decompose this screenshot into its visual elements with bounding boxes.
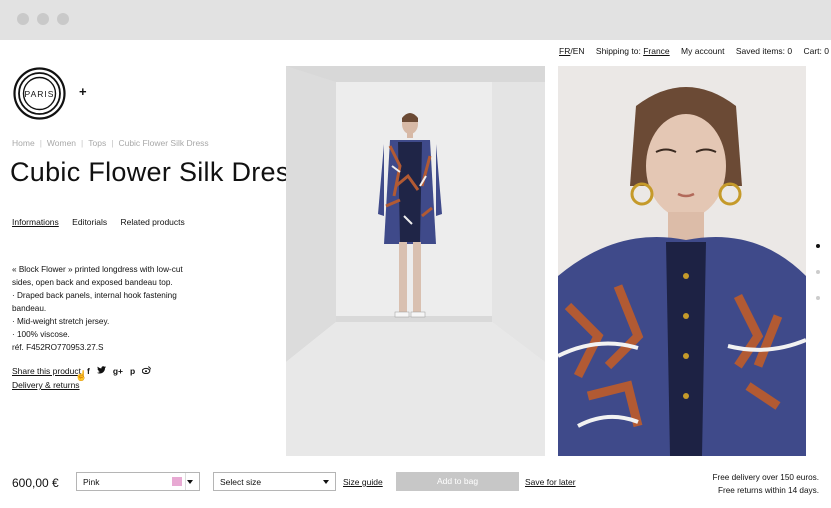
window-minimize-dot[interactable]: [37, 13, 49, 25]
cart-link[interactable]: Cart: 0: [803, 46, 829, 56]
color-swatch: [172, 477, 182, 486]
tab-related-products[interactable]: Related products: [121, 217, 185, 227]
my-account-link[interactable]: My account: [681, 46, 724, 56]
product-description: « Block Flower » printed longdress with …: [12, 263, 202, 354]
product-photo-closeup[interactable]: [558, 66, 806, 456]
breadcrumb-tops[interactable]: Tops: [88, 138, 106, 148]
twitter-icon[interactable]: [96, 366, 106, 376]
window-close-dot[interactable]: [17, 13, 29, 25]
brand-logo[interactable]: PARIS: [13, 67, 66, 120]
product-tabs: Informations Editorials Related products: [12, 217, 196, 227]
shipping-label: Shipping to:: [595, 46, 641, 56]
gallery-dot-1[interactable]: [816, 244, 820, 248]
color-select-value: Pink: [83, 477, 100, 487]
shipping-country-link[interactable]: France: [643, 46, 669, 56]
google-plus-icon[interactable]: g+: [113, 366, 123, 376]
browser-chrome: [0, 0, 831, 40]
gallery-pagination: [816, 244, 820, 322]
product-reference: réf. F452RO770953.27.S: [12, 343, 104, 352]
product-price: 600,00 €: [12, 476, 59, 490]
product-photo-full-length[interactable]: [286, 66, 545, 456]
menu-plus-icon[interactable]: +: [79, 84, 87, 99]
delivery-info: Free delivery over 150 euros. Free retur…: [713, 471, 820, 497]
lang-en-link[interactable]: EN: [573, 46, 585, 56]
breadcrumb: Home | Women | Tops | Cubic Flower Silk Dress: [12, 138, 209, 148]
save-for-later-link[interactable]: Save for later: [525, 477, 576, 487]
description-line: bandeau.: [12, 304, 47, 313]
size-select-value: Select size: [220, 477, 262, 487]
breadcrumb-current: Cubic Flower Silk Dress: [118, 138, 209, 148]
color-select[interactable]: Pink: [76, 472, 200, 491]
description-line: · Mid-weight stretch jersey.: [12, 317, 110, 326]
delivery-returns-link[interactable]: Delivery & returns: [12, 380, 80, 390]
share-link[interactable]: Share this product: [12, 366, 81, 376]
size-select[interactable]: Select size: [213, 472, 336, 491]
description-line: « Block Flower » printed longdress with …: [12, 265, 183, 274]
logo-text: PARIS: [25, 89, 55, 99]
full-length-photo-image: [286, 66, 545, 456]
free-returns-text: Free returns within 14 days.: [717, 486, 819, 495]
gallery-dot-3[interactable]: [816, 296, 820, 300]
tab-editorials[interactable]: Editorials: [72, 217, 107, 227]
purchase-bar: 600,00 € Pink Select size Size guide Add…: [0, 466, 831, 508]
add-to-bag-button[interactable]: Add to bag: [396, 472, 519, 491]
tab-informations[interactable]: Informations: [12, 217, 59, 227]
closeup-photo-image: [558, 66, 806, 456]
breadcrumb-home[interactable]: Home: [12, 138, 35, 148]
description-line: · Draped back panels, internal hook fast…: [12, 291, 177, 300]
lang-fr-link[interactable]: FR: [559, 46, 570, 56]
chevron-down-icon: [187, 480, 193, 484]
chevron-down-icon: [323, 480, 329, 484]
description-line: · 100% viscose.: [12, 330, 70, 339]
gallery-dot-2[interactable]: [816, 270, 820, 274]
top-nav: FR/EN Shipping to: France My account Sav…: [559, 46, 829, 56]
window-maximize-dot[interactable]: [57, 13, 69, 25]
breadcrumb-women[interactable]: Women: [47, 138, 76, 148]
saved-items-link[interactable]: Saved items: 0: [736, 46, 792, 56]
product-title: Cubic Flower Silk Dress: [10, 157, 304, 187]
pinterest-icon[interactable]: p: [130, 366, 135, 376]
size-guide-link[interactable]: Size guide: [343, 477, 383, 487]
free-delivery-text: Free delivery over 150 euros.: [712, 473, 820, 482]
product-page: FR/EN Shipping to: France My account Sav…: [0, 40, 831, 508]
description-line: sides, open back and exposed bandeau top…: [12, 278, 173, 287]
weibo-icon[interactable]: [141, 366, 151, 376]
